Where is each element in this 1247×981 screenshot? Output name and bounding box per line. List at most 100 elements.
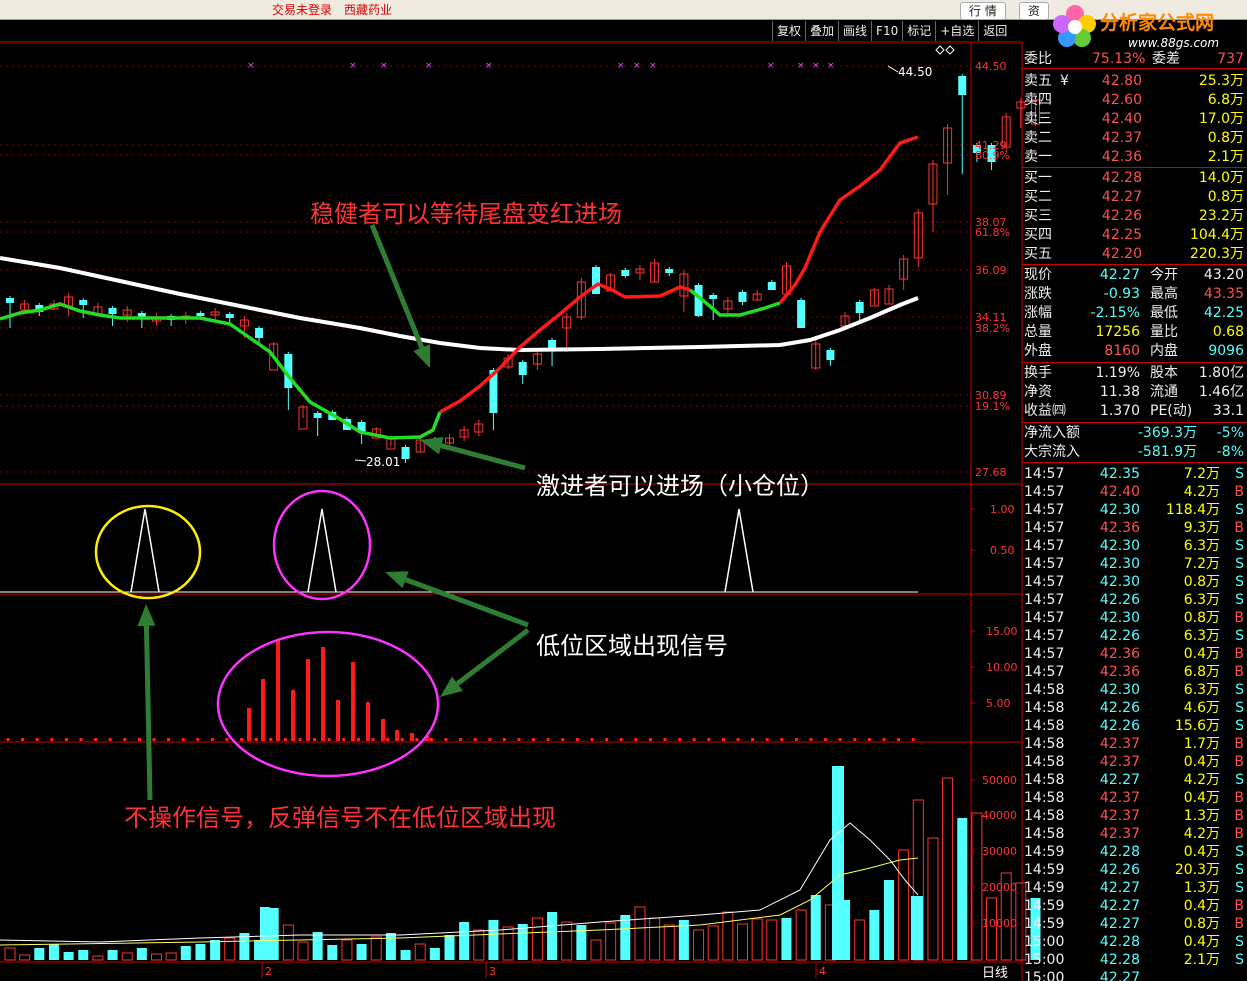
volume-bar-down — [459, 922, 470, 960]
tick-side: B — [1234, 520, 1244, 536]
tick-time: 15:00 — [1024, 952, 1065, 968]
volume-bar-up — [19, 954, 31, 961]
tick-volume: 4.6万 — [1183, 700, 1220, 716]
candle-down — [518, 362, 527, 375]
stat-label: 最高 — [1150, 286, 1178, 302]
period-label[interactable]: 日线 — [982, 962, 1008, 981]
tick-volume: 4.2万 — [1183, 772, 1220, 788]
tick-row: 14:58 42.37 0.4万 B — [1022, 753, 1247, 771]
toolbar-draw-button[interactable]: 画线 — [838, 21, 871, 41]
bar-dot — [327, 738, 331, 741]
stat-value: 43.20 — [1203, 267, 1244, 283]
volume-bar-up — [737, 923, 748, 961]
toolbar-overlay-button[interactable]: 叠加 — [805, 21, 838, 41]
volume-bar-up — [605, 922, 617, 961]
tick-row: 14:59 42.27 1.3万 S — [1022, 879, 1247, 897]
tick-time: 14:57 — [1024, 466, 1065, 482]
toolbar-mark-button[interactable]: 标记 — [902, 21, 935, 41]
candle-down — [797, 300, 806, 328]
price-axis-label: 80.9% — [975, 149, 1010, 162]
tick-price: 42.27 — [1099, 880, 1140, 896]
toolbar-watchlist-button[interactable]: +自选 — [935, 21, 978, 41]
buy-label: 买一 — [1024, 170, 1052, 186]
bar-dot — [605, 738, 609, 741]
tick-row: 14:58 42.26 4.6万 S — [1022, 699, 1247, 717]
stat-value: 42.27 — [1099, 267, 1140, 283]
flow-value: -581.9万 — [1137, 444, 1197, 460]
tick-time: 14:58 — [1024, 682, 1065, 698]
tick-time: 14:58 — [1024, 736, 1065, 752]
bar-dot — [575, 738, 579, 741]
tick-volume: 0.8万 — [1183, 574, 1220, 590]
arrow-head-icon — [385, 571, 409, 589]
candle-down — [401, 447, 410, 459]
bar-dot — [824, 738, 828, 741]
tick-side: S — [1235, 952, 1244, 968]
sell-label: 卖一 — [1024, 149, 1052, 165]
tick-side: B — [1234, 646, 1244, 662]
stat-label: 涨幅 — [1024, 305, 1052, 321]
candle-down — [313, 413, 322, 418]
tick-price: 42.26 — [1099, 628, 1140, 644]
buy-row: 买三 42.26 23.2万 — [1022, 207, 1247, 225]
buy-price: 42.28 — [1101, 170, 1142, 186]
signal-axis-label: 1.00 — [990, 503, 1015, 516]
tick-side: S — [1235, 880, 1244, 896]
volume-bar-down — [34, 948, 45, 960]
volume-bar-down — [327, 945, 338, 960]
bar-dot — [123, 738, 127, 741]
bar-dot — [21, 738, 25, 741]
tick-price: 42.27 — [1099, 916, 1140, 932]
toolbar-fuquan-button[interactable]: 复权 — [772, 21, 805, 41]
bar-dot — [473, 738, 477, 741]
stat-row: 现价 42.27 今开 43.20 — [1022, 266, 1247, 284]
tick-price: 42.37 — [1099, 736, 1140, 752]
tick-row: 14:57 42.35 7.2万 S — [1022, 465, 1247, 483]
sell-row: 卖四 42.60 6.8万 — [1022, 91, 1247, 109]
bar-dot — [867, 738, 871, 741]
bar-dot — [50, 738, 54, 741]
signal-bar — [306, 659, 310, 741]
candle-down — [621, 270, 630, 276]
price-axis-label: 61.8% — [975, 226, 1010, 239]
tick-row: 14:57 42.30 0.8万 S — [1022, 573, 1247, 591]
candle-down — [196, 313, 205, 316]
signal-bar — [261, 679, 265, 741]
volume-bar-down — [620, 915, 631, 960]
volume-bar-down — [911, 896, 923, 960]
high-pointer — [887, 65, 899, 73]
logo-url: www.88gs.com — [1128, 36, 1220, 50]
bar-dot — [356, 738, 360, 741]
marker-x-icon: × — [812, 61, 820, 71]
bar-dot — [751, 738, 755, 741]
tick-time: 14:57 — [1024, 502, 1065, 518]
tick-row: 15:00 42.28 0.4万 S — [1022, 933, 1247, 951]
label: 委比 — [1024, 51, 1052, 67]
bar-dot — [196, 738, 200, 741]
volume-bar-up — [561, 921, 573, 961]
bar-dot — [283, 738, 287, 741]
signal-spike — [307, 508, 337, 593]
annotation-arrow — [143, 625, 153, 801]
tick-side: S — [1235, 772, 1244, 788]
marker-x-icon: × — [797, 61, 805, 71]
toolbar-back-button[interactable]: 返回 — [978, 21, 1011, 41]
volume-bar-up — [165, 952, 177, 961]
volume-bar-down — [136, 948, 147, 960]
tick-row: 14:57 42.30 6.3万 S — [1022, 537, 1247, 555]
sell-volume: 0.8万 — [1207, 130, 1244, 146]
bar-dot — [488, 738, 492, 741]
tick-price: 42.26 — [1099, 592, 1140, 608]
bar-dot — [502, 738, 506, 741]
marker-x-icon: × — [425, 61, 433, 71]
tick-time: 14:57 — [1024, 664, 1065, 680]
toolbar-f10-button[interactable]: F10 — [871, 21, 902, 41]
highlight-circle-magenta-bars — [216, 630, 440, 778]
panel-divider-line — [1022, 264, 1247, 265]
buy-row: 买五 42.20 220.3万 — [1022, 245, 1247, 263]
buy-row: 买一 42.28 14.0万 — [1022, 169, 1247, 187]
tick-volume: 15.6万 — [1174, 718, 1220, 734]
tick-volume: 1.3万 — [1183, 880, 1220, 896]
volume-bar-down — [356, 944, 367, 960]
bar-dot — [853, 738, 857, 741]
